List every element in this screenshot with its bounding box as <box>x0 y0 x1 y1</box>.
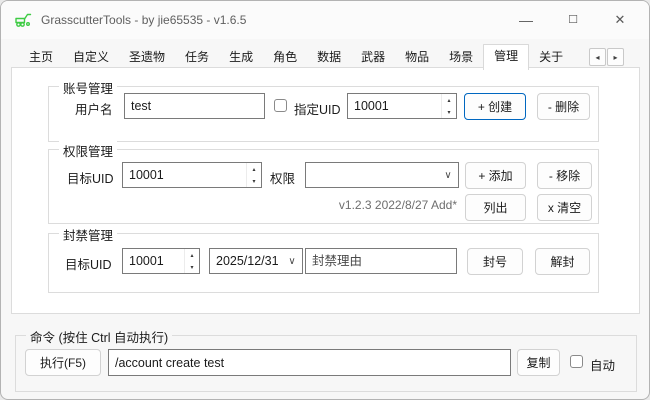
tab-item[interactable]: 物品 <box>395 47 439 68</box>
minimize-icon[interactable]: — <box>503 1 549 38</box>
list-permission-button[interactable]: 列出 <box>465 194 526 221</box>
account-uid-spinner[interactable]: ▴ ▾ <box>347 93 457 119</box>
permission-group-title: 权限管理 <box>59 141 117 160</box>
tab-about[interactable]: 关于 <box>529 47 573 68</box>
tab-management[interactable]: 管理 <box>483 44 529 70</box>
window-title: GrasscutterTools - by jie65535 - v1.6.5 <box>41 13 246 27</box>
spin-up-icon[interactable]: ▴ <box>442 94 456 106</box>
tab-spawn[interactable]: 生成 <box>219 47 263 68</box>
spin-up-icon[interactable]: ▴ <box>247 163 261 175</box>
create-account-button[interactable]: + 创建 <box>464 93 526 120</box>
spin-down-icon[interactable]: ▾ <box>442 106 456 118</box>
execute-button[interactable]: 执行(F5) <box>25 349 101 376</box>
tab-home[interactable]: 主页 <box>19 47 63 68</box>
ban-target-uid-label: 目标UID <box>65 254 112 273</box>
app-window: GrasscutterTools - by jie65535 - v1.6.5 … <box>0 0 650 400</box>
tab-scroll-right-icon[interactable]: ▸ <box>607 48 624 66</box>
chevron-down-icon: ∨ <box>282 256 302 267</box>
tab-scroll-left-icon[interactable]: ◂ <box>589 48 606 66</box>
permission-combobox[interactable]: ∨ <box>305 162 459 188</box>
command-input[interactable] <box>108 349 511 376</box>
title-bar[interactable]: GrasscutterTools - by jie65535 - v1.6.5 … <box>1 1 649 39</box>
close-icon[interactable]: ✕ <box>597 1 643 38</box>
ban-uid-spinner[interactable]: ▴ ▾ <box>122 248 200 274</box>
permission-uid-input[interactable] <box>123 163 246 187</box>
ban-reason-input[interactable] <box>305 248 457 274</box>
auto-label: 自动 <box>590 355 615 374</box>
maximize-icon[interactable]: ☐ <box>550 1 596 38</box>
ban-date-value: 2025/12/31 <box>210 254 282 268</box>
delete-account-button[interactable]: - 删除 <box>537 93 590 120</box>
spin-up-icon[interactable]: ▴ <box>185 249 199 261</box>
permission-uid-spinner[interactable]: ▴ ▾ <box>122 162 262 188</box>
username-label: 用户名 <box>75 99 113 118</box>
tab-artifact[interactable]: 圣遗物 <box>119 47 175 68</box>
tab-weapon[interactable]: 武器 <box>351 47 395 68</box>
specify-uid-label: 指定UID <box>294 99 341 118</box>
clear-permission-button[interactable]: x 清空 <box>537 194 592 221</box>
add-permission-button[interactable]: + 添加 <box>465 162 526 189</box>
auto-checkbox[interactable] <box>570 355 583 368</box>
copy-button[interactable]: 复制 <box>517 349 560 376</box>
tab-scene[interactable]: 场景 <box>439 47 483 68</box>
app-icon <box>14 11 34 28</box>
permission-target-uid-label: 目标UID <box>67 168 114 187</box>
account-group-title: 账号管理 <box>59 78 117 97</box>
ban-group-title: 封禁管理 <box>59 225 117 244</box>
account-uid-input[interactable] <box>348 94 441 118</box>
remove-permission-button[interactable]: - 移除 <box>537 162 592 189</box>
permission-version-note: v1.2.3 2022/8/27 Add* <box>252 198 457 212</box>
spin-down-icon[interactable]: ▾ <box>247 175 261 187</box>
command-group-title: 命令 (按住 Ctrl 自动执行) <box>26 327 172 346</box>
tab-data[interactable]: 数据 <box>307 47 351 68</box>
chevron-down-icon: ∨ <box>438 170 458 181</box>
permission-label: 权限 <box>270 168 295 187</box>
tab-avatar[interactable]: 角色 <box>263 47 307 68</box>
ban-date-picker[interactable]: 2025/12/31 ∨ <box>209 248 303 274</box>
tab-quest[interactable]: 任务 <box>175 47 219 68</box>
management-tab-page: 账号管理 用户名 指定UID ▴ ▾ + 创建 - 删除 权限管理 目标UID … <box>11 67 640 314</box>
username-input[interactable] <box>124 93 265 119</box>
ban-button[interactable]: 封号 <box>467 248 523 275</box>
tab-bar: 主页 自定义 圣遗物 任务 生成 角色 数据 武器 物品 场景 管理 关于 <box>19 45 573 68</box>
spin-down-icon[interactable]: ▾ <box>185 261 199 273</box>
specify-uid-checkbox[interactable] <box>274 99 287 112</box>
unban-button[interactable]: 解封 <box>535 248 590 275</box>
ban-uid-input[interactable] <box>123 249 184 273</box>
tab-custom[interactable]: 自定义 <box>63 47 119 68</box>
